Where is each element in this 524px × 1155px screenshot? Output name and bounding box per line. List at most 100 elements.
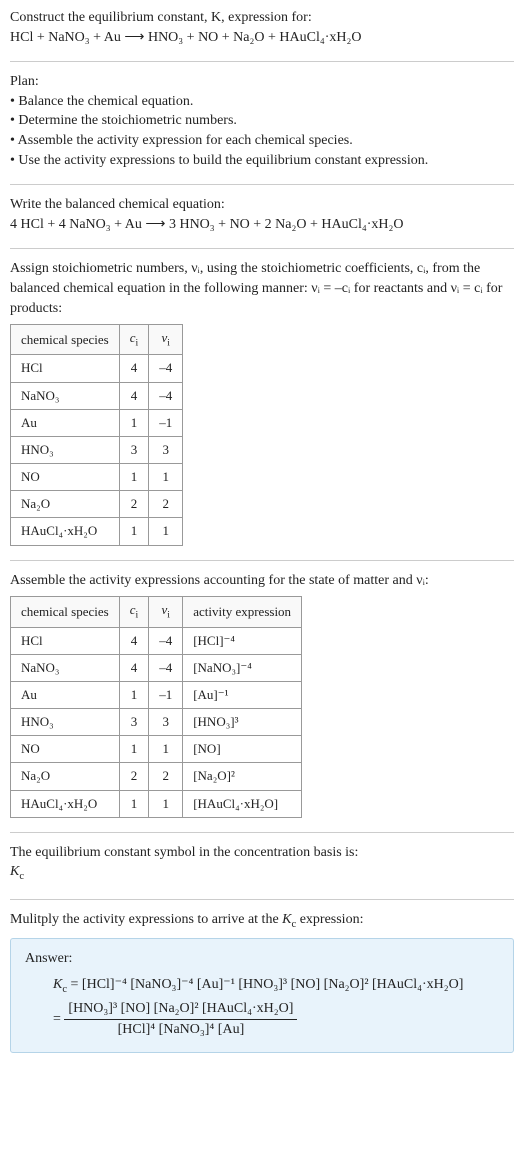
- balanced-heading: Write the balanced chemical equation:: [10, 195, 514, 215]
- plan-item: • Assemble the activity expression for e…: [10, 131, 514, 151]
- cell: [HNO₃]³: [183, 709, 302, 736]
- cell: 3: [119, 709, 149, 736]
- table-row: NaNO₃4–4: [11, 382, 183, 409]
- symbol-value: Kc: [10, 862, 514, 884]
- assemble-block: Assemble the activity expressions accoun…: [10, 571, 514, 818]
- cell: NaNO₃: [11, 654, 120, 681]
- balanced-equation: 4 HCl + 4 NaNO₃ + Au ⟶ 3 HNO₃ + NO + 2 N…: [10, 215, 514, 235]
- cell: 2: [149, 491, 183, 518]
- plan-heading: Plan:: [10, 72, 514, 92]
- cell: [HCl]⁻⁴: [183, 627, 302, 654]
- table-header-row: chemical species ci νi activity expressi…: [11, 597, 302, 627]
- cell: 4: [119, 654, 149, 681]
- assign-block: Assign stoichiometric numbers, νᵢ, using…: [10, 259, 514, 545]
- table-row: HNO₃33[HNO₃]³: [11, 709, 302, 736]
- cell: HCl: [11, 627, 120, 654]
- cell: HCl: [11, 355, 120, 382]
- table-header: chemical species: [11, 325, 120, 355]
- cell: [NaNO₃]⁻⁴: [183, 654, 302, 681]
- plan-item: • Balance the chemical equation.: [10, 92, 514, 112]
- multiply-block: Mulitply the activity expressions to arr…: [10, 910, 514, 1053]
- divider: [10, 184, 514, 185]
- answer-label: Answer:: [25, 949, 499, 969]
- balanced-block: Write the balanced chemical equation: 4 …: [10, 195, 514, 234]
- table-row: Au1–1: [11, 409, 183, 436]
- cell: 1: [119, 736, 149, 763]
- cell: Au: [11, 681, 120, 708]
- cell: –4: [149, 654, 183, 681]
- answer-fraction: [HNO₃]³ [NO] [Na₂O]² [HAuCl₄·xH₂O] [HCl]…: [64, 999, 297, 1039]
- cell: Au: [11, 409, 120, 436]
- cell: 1: [119, 681, 149, 708]
- divider: [10, 560, 514, 561]
- answer-box: Answer: Kc = [HCl]⁻⁴ [NaNO₃]⁻⁴ [Au]⁻¹ [H…: [10, 938, 514, 1052]
- table-header: ci: [119, 325, 149, 355]
- table-header: activity expression: [183, 597, 302, 627]
- assign-text: Assign stoichiometric numbers, νᵢ, using…: [10, 259, 514, 318]
- fraction-numerator: [HNO₃]³ [NO] [Na₂O]² [HAuCl₄·xH₂O]: [64, 999, 297, 1020]
- divider: [10, 61, 514, 62]
- cell: 2: [149, 763, 183, 790]
- table-row: HNO₃33: [11, 436, 183, 463]
- cell: 2: [119, 763, 149, 790]
- cell: 4: [119, 382, 149, 409]
- cell: HNO₃: [11, 436, 120, 463]
- title-block: Construct the equilibrium constant, K, e…: [10, 8, 514, 47]
- answer-line2: = [HNO₃]³ [NO] [Na₂O]² [HAuCl₄·xH₂O] [HC…: [53, 999, 499, 1039]
- cell: 4: [119, 627, 149, 654]
- table-row: Na₂O22: [11, 491, 183, 518]
- cell: 1: [119, 464, 149, 491]
- cell: –4: [149, 355, 183, 382]
- table-row: HAuCl₄·xH₂O11: [11, 518, 183, 545]
- cell: 1: [119, 518, 149, 545]
- answer-equation: Kc = [HCl]⁻⁴ [NaNO₃]⁻⁴ [Au]⁻¹ [HNO₃]³ [N…: [53, 975, 499, 1040]
- table-row: NaNO₃4–4[NaNO₃]⁻⁴: [11, 654, 302, 681]
- divider: [10, 832, 514, 833]
- assemble-text: Assemble the activity expressions accoun…: [10, 571, 514, 591]
- cell: 3: [119, 436, 149, 463]
- table-header: chemical species: [11, 597, 120, 627]
- multiply-text: Mulitply the activity expressions to arr…: [10, 910, 514, 932]
- cell: Na₂O: [11, 491, 120, 518]
- cell: Na₂O: [11, 763, 120, 790]
- cell: HAuCl₄·xH₂O: [11, 790, 120, 817]
- title-equation: HCl + NaNO₃ + Au ⟶ HNO₃ + NO + Na₂O + HA…: [10, 28, 514, 48]
- cell: 3: [149, 709, 183, 736]
- cell: –4: [149, 627, 183, 654]
- cell: [Au]⁻¹: [183, 681, 302, 708]
- cell: [Na₂O]²: [183, 763, 302, 790]
- table-row: NO11[NO]: [11, 736, 302, 763]
- cell: 1: [149, 790, 183, 817]
- table-row: HCl4–4: [11, 355, 183, 382]
- cell: –4: [149, 382, 183, 409]
- title-line1: Construct the equilibrium constant, K, e…: [10, 8, 514, 28]
- answer-line1: Kc = [HCl]⁻⁴ [NaNO₃]⁻⁴ [Au]⁻¹ [HNO₃]³ [N…: [53, 975, 499, 997]
- cell: NO: [11, 736, 120, 763]
- cell: [HAuCl₄·xH₂O]: [183, 790, 302, 817]
- activity-table: chemical species ci νi activity expressi…: [10, 596, 302, 818]
- cell: 4: [119, 355, 149, 382]
- cell: 3: [149, 436, 183, 463]
- symbol-text: The equilibrium constant symbol in the c…: [10, 843, 514, 863]
- cell: –1: [149, 409, 183, 436]
- cell: 1: [119, 409, 149, 436]
- table-row: NO11: [11, 464, 183, 491]
- cell: 1: [119, 790, 149, 817]
- cell: 1: [149, 518, 183, 545]
- cell: NaNO₃: [11, 382, 120, 409]
- plan-item: • Use the activity expressions to build …: [10, 151, 514, 171]
- cell: NO: [11, 464, 120, 491]
- cell: 1: [149, 736, 183, 763]
- cell: HAuCl₄·xH₂O: [11, 518, 120, 545]
- cell: [NO]: [183, 736, 302, 763]
- plan-block: Plan: • Balance the chemical equation. •…: [10, 72, 514, 170]
- cell: –1: [149, 681, 183, 708]
- table-row: Au1–1[Au]⁻¹: [11, 681, 302, 708]
- stoichiometric-table: chemical species ci νi HCl4–4 NaNO₃4–4 A…: [10, 324, 183, 546]
- table-header: νi: [149, 325, 183, 355]
- table-header: ci: [119, 597, 149, 627]
- cell: HNO₃: [11, 709, 120, 736]
- table-header: νi: [149, 597, 183, 627]
- divider: [10, 248, 514, 249]
- cell: 1: [149, 464, 183, 491]
